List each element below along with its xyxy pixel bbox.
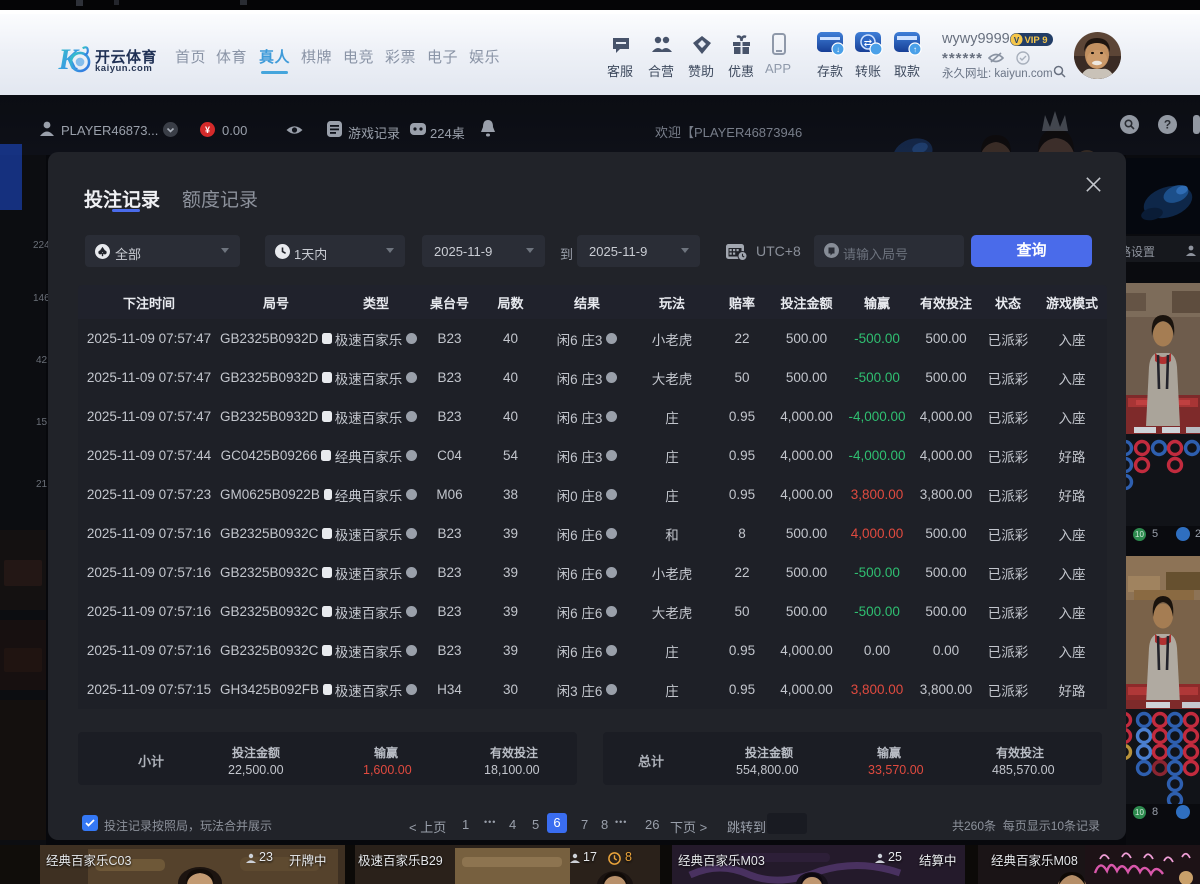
svg-text:V: V bbox=[1014, 36, 1020, 45]
svg-text:↑: ↑ bbox=[913, 45, 917, 54]
svg-text:?: ? bbox=[1164, 118, 1171, 132]
svg-text:VIP 9: VIP 9 bbox=[1024, 35, 1047, 46]
svg-text:¥: ¥ bbox=[205, 125, 210, 135]
svg-text:↓: ↓ bbox=[836, 45, 840, 54]
